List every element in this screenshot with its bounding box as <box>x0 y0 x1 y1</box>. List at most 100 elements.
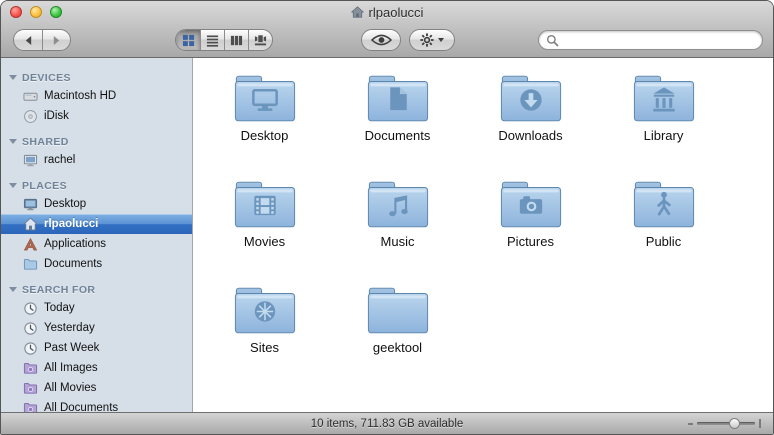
sidebar-item-all-movies[interactable]: All Movies <box>1 378 192 398</box>
folder-icon <box>631 70 697 127</box>
toolbar <box>1 23 773 57</box>
sidebar-item-idisk[interactable]: iDisk <box>1 106 192 126</box>
sidebar-item-documents[interactable]: Documents <box>1 254 192 274</box>
window-chrome: rlpaolucci <box>1 1 773 58</box>
chevron-down-icon <box>438 38 444 42</box>
folder-desktop[interactable]: Desktop <box>198 70 331 176</box>
desktop-monitor-icon <box>23 198 38 210</box>
sidebar-item-label: Past Week <box>44 342 100 354</box>
folder-icon <box>365 176 431 233</box>
disclosure-triangle-icon[interactable] <box>9 75 17 80</box>
gear-icon <box>420 33 434 47</box>
smart-folder-icon <box>23 382 38 394</box>
section-header-shared[interactable]: SHARED <box>1 133 192 150</box>
list-view-button[interactable] <box>200 30 224 50</box>
sidebar-item-past-week[interactable]: Past Week <box>1 338 192 358</box>
forward-button[interactable] <box>42 30 70 50</box>
sidebar-item-label: All Movies <box>44 382 97 394</box>
slider-knob[interactable] <box>729 417 740 429</box>
titlebar[interactable]: rlpaolucci <box>1 1 773 23</box>
section-label: SEARCH FOR <box>22 283 96 296</box>
folder-label: Library <box>643 128 684 143</box>
sidebar: DEVICES Macintosh HD iDisk SHARED rachel… <box>1 58 193 412</box>
folder-label: Sites <box>250 340 279 355</box>
sidebar-item-today[interactable]: Today <box>1 298 192 318</box>
folder-icon <box>365 70 431 127</box>
sidebar-section-devices: DEVICES Macintosh HD iDisk <box>1 69 192 126</box>
folder-movies[interactable]: Movies <box>198 176 331 282</box>
folder-pictures[interactable]: Pictures <box>464 176 597 282</box>
folder-label: Public <box>645 234 682 249</box>
sidebar-item-all-images[interactable]: All Images <box>1 358 192 378</box>
section-header-devices[interactable]: DEVICES <box>1 69 192 86</box>
clock-icon <box>24 341 37 355</box>
sidebar-item-rachel[interactable]: rachel <box>1 150 192 170</box>
disclosure-triangle-icon[interactable] <box>9 183 17 188</box>
folder-sites[interactable]: Sites <box>198 282 331 388</box>
sidebar-item-label: rachel <box>44 154 76 166</box>
disclosure-triangle-icon[interactable] <box>9 287 17 292</box>
applications-a-icon <box>23 237 38 250</box>
search-field[interactable] <box>538 30 763 50</box>
sidebar-section-shared: SHARED rachel <box>1 133 192 170</box>
sidebar-item-label: Today <box>44 302 75 314</box>
icon-size-slider[interactable] <box>688 413 761 434</box>
sidebar-item-label: Applications <box>44 238 107 250</box>
cover-flow-view-button[interactable] <box>248 30 272 50</box>
back-button[interactable] <box>14 30 42 50</box>
folder-icon <box>232 176 298 233</box>
action-menu-button[interactable] <box>409 29 455 51</box>
folder-geektool[interactable]: geektool <box>331 282 464 388</box>
sidebar-item-label: All Documents <box>44 402 119 412</box>
view-mode-switcher <box>175 29 273 51</box>
folder-label: Pictures <box>507 234 554 249</box>
sidebar-item-label: Yesterday <box>44 322 95 334</box>
home-icon <box>350 6 364 18</box>
clock-icon <box>24 301 37 315</box>
sidebar-item-macintosh-hd[interactable]: Macintosh HD <box>1 86 192 106</box>
slider-max-tick <box>759 419 761 428</box>
sidebar-item-label: Desktop <box>44 198 87 210</box>
folder-label: Documents <box>364 128 431 143</box>
folder-public[interactable]: Public <box>597 176 730 282</box>
window-title: rlpaolucci <box>1 5 773 20</box>
slider-track[interactable] <box>697 417 755 429</box>
section-label: PLACES <box>22 179 67 192</box>
cover-flow-icon <box>254 34 267 45</box>
sidebar-item-applications[interactable]: Applications <box>1 234 192 254</box>
chevron-right-icon <box>53 35 60 45</box>
section-header-places[interactable]: PLACES <box>1 177 192 194</box>
search-input[interactable] <box>563 32 755 48</box>
sidebar-item-label: Macintosh HD <box>44 90 117 102</box>
icon-view-icon <box>182 34 194 46</box>
folder-icon <box>232 282 298 339</box>
column-view-button[interactable] <box>224 30 248 50</box>
sidebar-item-rlpaolucci[interactable]: rlpaolucci <box>1 214 192 234</box>
clock-icon <box>24 321 37 335</box>
folder-icon <box>631 176 697 233</box>
sidebar-item-yesterday[interactable]: Yesterday <box>1 318 192 338</box>
disclosure-triangle-icon[interactable] <box>9 139 17 144</box>
folder-grid: Desktop Documents Downloads Library Movi… <box>193 58 773 412</box>
folder-icon <box>232 70 298 127</box>
folder-library[interactable]: Library <box>597 70 730 176</box>
hard-drive-icon <box>23 92 38 101</box>
nav-buttons <box>13 29 71 51</box>
folder-documents[interactable]: Documents <box>331 70 464 176</box>
shared-computer-icon <box>23 154 38 166</box>
window-title-text: rlpaolucci <box>368 4 424 20</box>
slider-min-tick <box>688 422 693 425</box>
icon-view-button[interactable] <box>176 30 200 50</box>
smart-folder-icon <box>23 402 38 412</box>
sidebar-item-label: rlpaolucci <box>44 218 99 230</box>
sidebar-item-all-documents[interactable]: All Documents <box>1 398 192 412</box>
section-header-search-for[interactable]: SEARCH FOR <box>1 281 192 298</box>
quick-look-button[interactable] <box>361 29 401 51</box>
folder-label: Downloads <box>498 128 563 143</box>
folder-label: Desktop <box>240 128 289 143</box>
sidebar-item-desktop[interactable]: Desktop <box>1 194 192 214</box>
folder-downloads[interactable]: Downloads <box>464 70 597 176</box>
list-view-icon <box>206 34 219 47</box>
folder-music[interactable]: Music <box>331 176 464 282</box>
status-text: 10 items, 711.83 GB available <box>310 417 464 430</box>
